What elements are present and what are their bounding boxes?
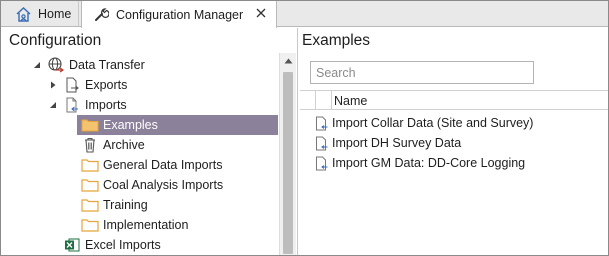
folder-icon <box>81 156 99 174</box>
close-icon[interactable] <box>254 6 268 20</box>
import-file-icon <box>314 115 328 131</box>
tab-configuration-manager[interactable]: Configuration Manager <box>81 1 277 28</box>
export-file-icon <box>63 76 81 94</box>
tree-item-label: Data Transfer <box>69 58 145 72</box>
globe-transfer-icon <box>47 56 65 74</box>
expanded-arrow-icon[interactable] <box>31 59 43 71</box>
tab-home-label: Home <box>38 7 72 21</box>
tree-item-training[interactable]: Training <box>81 195 148 215</box>
tree-item-label: Implementation <box>103 218 189 232</box>
wrench-icon <box>92 6 110 24</box>
grid-header: Name <box>300 90 608 110</box>
tree-item-data-transfer[interactable]: Data Transfer <box>31 55 145 75</box>
list-item-label: Import DH Survey Data <box>332 136 462 150</box>
tree-item-label: Imports <box>85 98 127 112</box>
collapsed-arrow-icon[interactable] <box>47 79 59 91</box>
tree-item-label: Training <box>103 198 148 212</box>
tab-home[interactable]: Home <box>1 1 79 27</box>
tree-item-implementation[interactable]: Implementation <box>81 215 188 235</box>
tree-item-examples[interactable]: Examples <box>77 115 278 135</box>
tree-item-label: Examples <box>103 118 158 132</box>
list-item[interactable]: Import Collar Data (Site and Survey) <box>314 113 533 133</box>
list-item[interactable]: Import DH Survey Data <box>314 133 461 153</box>
scroll-up-arrow-icon[interactable] <box>280 53 296 69</box>
configuration-tree: Data Transfer Exports Imports Examples A… <box>1 55 279 255</box>
tree-item-coal-analysis-imports[interactable]: Coal Analysis Imports <box>81 175 223 195</box>
column-header-name[interactable]: Name <box>334 94 367 108</box>
grid-header-cell[interactable] <box>316 91 332 110</box>
tree-item-label: Exports <box>85 78 128 92</box>
excel-icon <box>63 236 81 254</box>
tree-item-archive[interactable]: Archive <box>81 135 145 155</box>
tree-item-imports[interactable]: Imports <box>47 95 127 115</box>
examples-panel: Examples Name Import Collar Data (Site a… <box>298 28 608 255</box>
tree-item-exports[interactable]: Exports <box>47 75 127 95</box>
panel-title: Configuration <box>9 32 102 49</box>
tree-item-general-data-imports[interactable]: General Data Imports <box>81 155 223 175</box>
tree-scrollbar[interactable] <box>279 53 296 255</box>
configuration-panel: Configuration Data Transfer Exports Impo… <box>1 28 297 255</box>
tab-strip: Home Configuration Manager <box>1 1 608 28</box>
list-item-label: Import GM Data: DD-Core Logging <box>332 156 526 170</box>
folder-icon <box>81 176 99 194</box>
configuration-manager-window: Home Configuration Manager Configuration <box>0 0 609 256</box>
trash-icon <box>81 136 99 154</box>
tree-item-excel-imports[interactable]: Excel Imports <box>63 235 161 255</box>
home-icon <box>14 5 32 23</box>
scrollbar-thumb[interactable] <box>283 72 293 254</box>
tree-item-label: Archive <box>103 138 145 152</box>
panel-title: Examples <box>302 32 371 49</box>
grid-header-cell[interactable] <box>300 91 316 110</box>
tree-item-label: Excel Imports <box>85 238 161 252</box>
tree-item-label: Coal Analysis Imports <box>103 178 224 192</box>
folder-icon <box>81 216 99 234</box>
import-file-icon <box>314 135 328 151</box>
folder-icon <box>81 116 99 134</box>
expanded-arrow-icon[interactable] <box>47 99 59 111</box>
tab-configuration-manager-label: Configuration Manager <box>116 7 244 22</box>
list-item-label: Import Collar Data (Site and Survey) <box>332 116 534 130</box>
import-file-icon <box>314 155 328 171</box>
import-file-icon <box>63 96 81 114</box>
tree-item-label: General Data Imports <box>103 158 223 172</box>
list-item[interactable]: Import GM Data: DD-Core Logging <box>314 153 525 173</box>
folder-icon <box>81 196 99 214</box>
search-input[interactable] <box>310 61 534 84</box>
